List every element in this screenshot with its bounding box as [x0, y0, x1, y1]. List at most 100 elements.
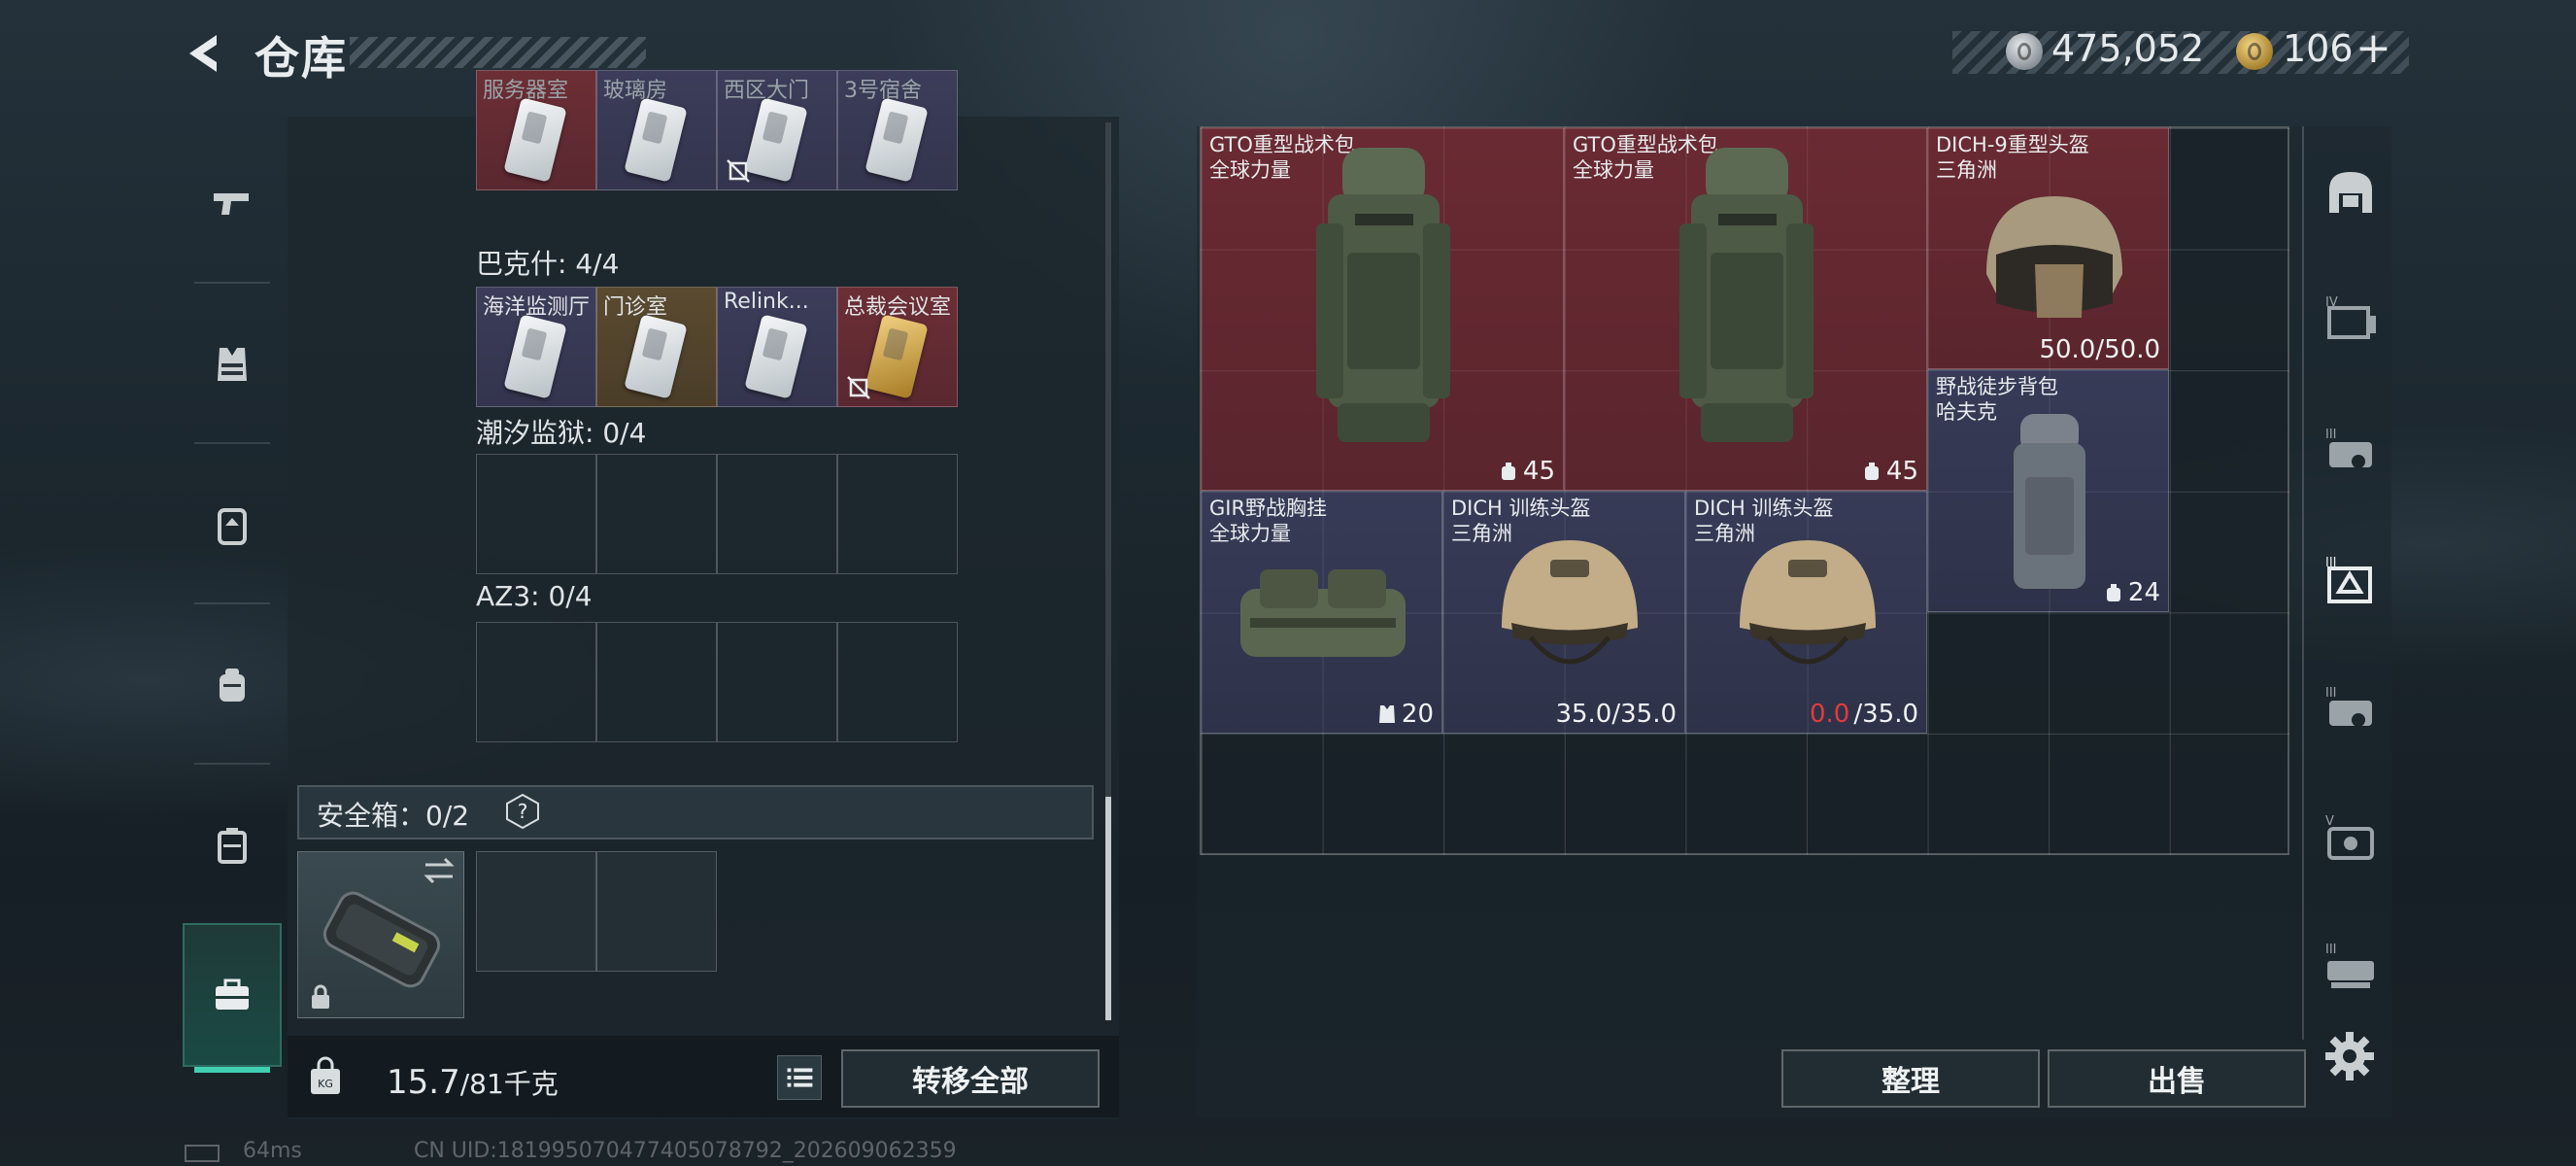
item-capacity: 45 — [1861, 457, 1918, 486]
nav-vests[interactable] — [183, 292, 282, 437]
back-button[interactable] — [180, 29, 228, 78]
helmet-frame-icon — [2329, 172, 2372, 213]
stash-item[interactable]: DICH-9重型头盔 三角洲 50.0/50.0 — [1927, 127, 2169, 369]
uid-text: CN UID:1819950704774050787​92_2026090623… — [414, 1139, 957, 1163]
keycard-icon — [624, 314, 688, 399]
tab-helmet[interactable] — [2317, 159, 2385, 227]
toolbox-icon — [216, 978, 249, 1010]
section-label-prison: 潮汐监狱: 0/4 — [476, 417, 647, 449]
transfer-all-button[interactable]: 转移全部 — [841, 1049, 1100, 1108]
key-name: Relink... — [724, 290, 809, 314]
svg-text:III: III — [2325, 943, 2337, 957]
key-name: 总裁会议室 — [844, 295, 952, 320]
stash-item[interactable]: DICH 训练头盔 三角洲 35.0/35.0 — [1442, 491, 1685, 734]
key-slot[interactable]: 海洋监测厅 — [476, 287, 596, 407]
container-scrollbar-thumb[interactable] — [1105, 797, 1111, 1020]
empty-key-slot[interactable] — [596, 622, 717, 742]
empty-key-slot[interactable] — [476, 622, 596, 742]
tab-gear-iii-2[interactable]: III — [2317, 676, 2385, 744]
empty-key-slot[interactable] — [837, 622, 958, 742]
item-name: DICH 训练头盔 — [1451, 497, 1591, 520]
nav-containers[interactable] — [183, 772, 282, 918]
item-durability-current: 0.0 — [1809, 700, 1850, 729]
backpack-small-icon — [1501, 463, 1515, 480]
pistol-icon — [214, 193, 249, 215]
key-slot[interactable]: Relink... — [717, 287, 837, 407]
tab-gear-iii[interactable]: III — [2317, 418, 2385, 486]
key-name: 海洋监测厅 — [483, 295, 591, 320]
lock-icon — [309, 983, 332, 1011]
add-currency-button[interactable]: + — [2356, 23, 2391, 73]
sell-button[interactable]: 出售 — [2048, 1049, 2306, 1108]
item-brand: 全球力量 — [1209, 522, 1291, 545]
vest-small-icon — [1378, 705, 1395, 723]
backpack-image — [1679, 148, 1813, 442]
safe-box-label: 安全箱：0/2 — [317, 800, 470, 832]
key-slot[interactable]: 总裁会议室 — [837, 287, 958, 407]
item-durability: 35.0/35.0 — [1555, 700, 1677, 729]
safe-box-item-slot[interactable] — [596, 851, 717, 972]
help-icon[interactable]: ? — [505, 793, 540, 830]
weight-max: /81千克 — [459, 1068, 559, 1100]
helmet-image — [1740, 540, 1876, 665]
weight-readout: 15.7/81千克 — [387, 1063, 559, 1102]
stash-item[interactable]: GIR野战胸挂 全球力量 20 — [1201, 491, 1442, 734]
weight-icon: KG — [307, 1055, 344, 1098]
item-value: 50.0/50.0 — [2039, 335, 2160, 364]
stash-item[interactable]: GTO重型战术包 全球力量 45 — [1564, 127, 1927, 491]
list-view-button[interactable] — [777, 1055, 822, 1100]
empty-key-slot[interactable] — [837, 454, 958, 574]
nav-rigs[interactable] — [183, 612, 282, 758]
svg-text:?: ? — [518, 800, 528, 823]
helmet-image — [1502, 540, 1638, 665]
nav-backpacks[interactable] — [183, 452, 282, 598]
tab-frame-v[interactable]: V — [2317, 805, 2385, 873]
empty-key-slot[interactable] — [476, 454, 596, 574]
backpack-image — [1316, 148, 1450, 442]
key-row-top: 服务器室 玻璃房 西区大门 3号宿舍 — [476, 70, 958, 190]
safe-box-item-slot[interactable] — [476, 851, 596, 972]
empty-key-slot[interactable] — [717, 622, 837, 742]
item-capacity: 24 — [2103, 578, 2160, 607]
keycard-icon — [864, 314, 929, 399]
key-row-az3 — [476, 622, 958, 742]
settings-button[interactable] — [2323, 1030, 2376, 1082]
item-value: 45 — [1885, 457, 1918, 486]
chevron-left-icon — [189, 35, 217, 72]
tank-iii-icon: III — [2325, 943, 2374, 988]
tab-frame-iii[interactable]: III — [2317, 546, 2385, 614]
list-icon — [787, 1068, 813, 1087]
section-label-bakesh: 巴克什: 4/4 — [476, 248, 620, 280]
nav-divider — [194, 763, 270, 765]
gear-iii-icon: III — [2325, 428, 2372, 468]
item-name: DICH 训练头盔 — [1694, 497, 1834, 520]
item-name-block: GIR野战胸挂 全球力量 — [1209, 496, 1327, 546]
nav-safe-box[interactable] — [183, 923, 282, 1067]
frame-iii-icon: III — [2325, 556, 2372, 603]
empty-key-slot[interactable] — [717, 454, 837, 574]
item-name-block: DICH-9重型头盔 三角洲 — [1936, 132, 2089, 183]
right-rail-divider — [2302, 126, 2304, 1040]
nav-weapons[interactable] — [183, 131, 282, 277]
stash-item[interactable]: 野战徒步背包 哈夫克 24 — [1927, 369, 2169, 612]
empty-key-slot[interactable] — [596, 454, 717, 574]
swap-icon[interactable] — [422, 855, 457, 886]
tab-tank-iii[interactable]: III — [2317, 933, 2385, 1001]
backpack-small-icon — [2106, 584, 2120, 601]
stash-item[interactable]: GTO重型战术包 全球力量 45 — [1201, 127, 1564, 491]
stash-item[interactable]: DICH 训练头盔 三角洲 0.0/35.0 — [1685, 491, 1927, 734]
sort-button[interactable]: 整理 — [1781, 1049, 2040, 1108]
weight-current: 15.7 — [387, 1063, 460, 1102]
scroll-clip — [288, 58, 1119, 119]
keycard-icon — [503, 314, 567, 399]
ping-text: 64ms — [243, 1139, 302, 1163]
item-name: GIR野战胸挂 — [1209, 497, 1328, 520]
backpack-icon — [218, 508, 247, 545]
gear-iii-icon: III — [2325, 686, 2372, 727]
item-value: 20 — [1401, 700, 1434, 729]
key-slot[interactable]: 门诊室 — [596, 287, 717, 407]
item-name: 野战徒步背包 — [1936, 375, 2058, 398]
case-icon — [218, 828, 247, 864]
tab-folder-iv[interactable]: IV — [2317, 286, 2385, 354]
svg-text:V: V — [2325, 814, 2334, 829]
